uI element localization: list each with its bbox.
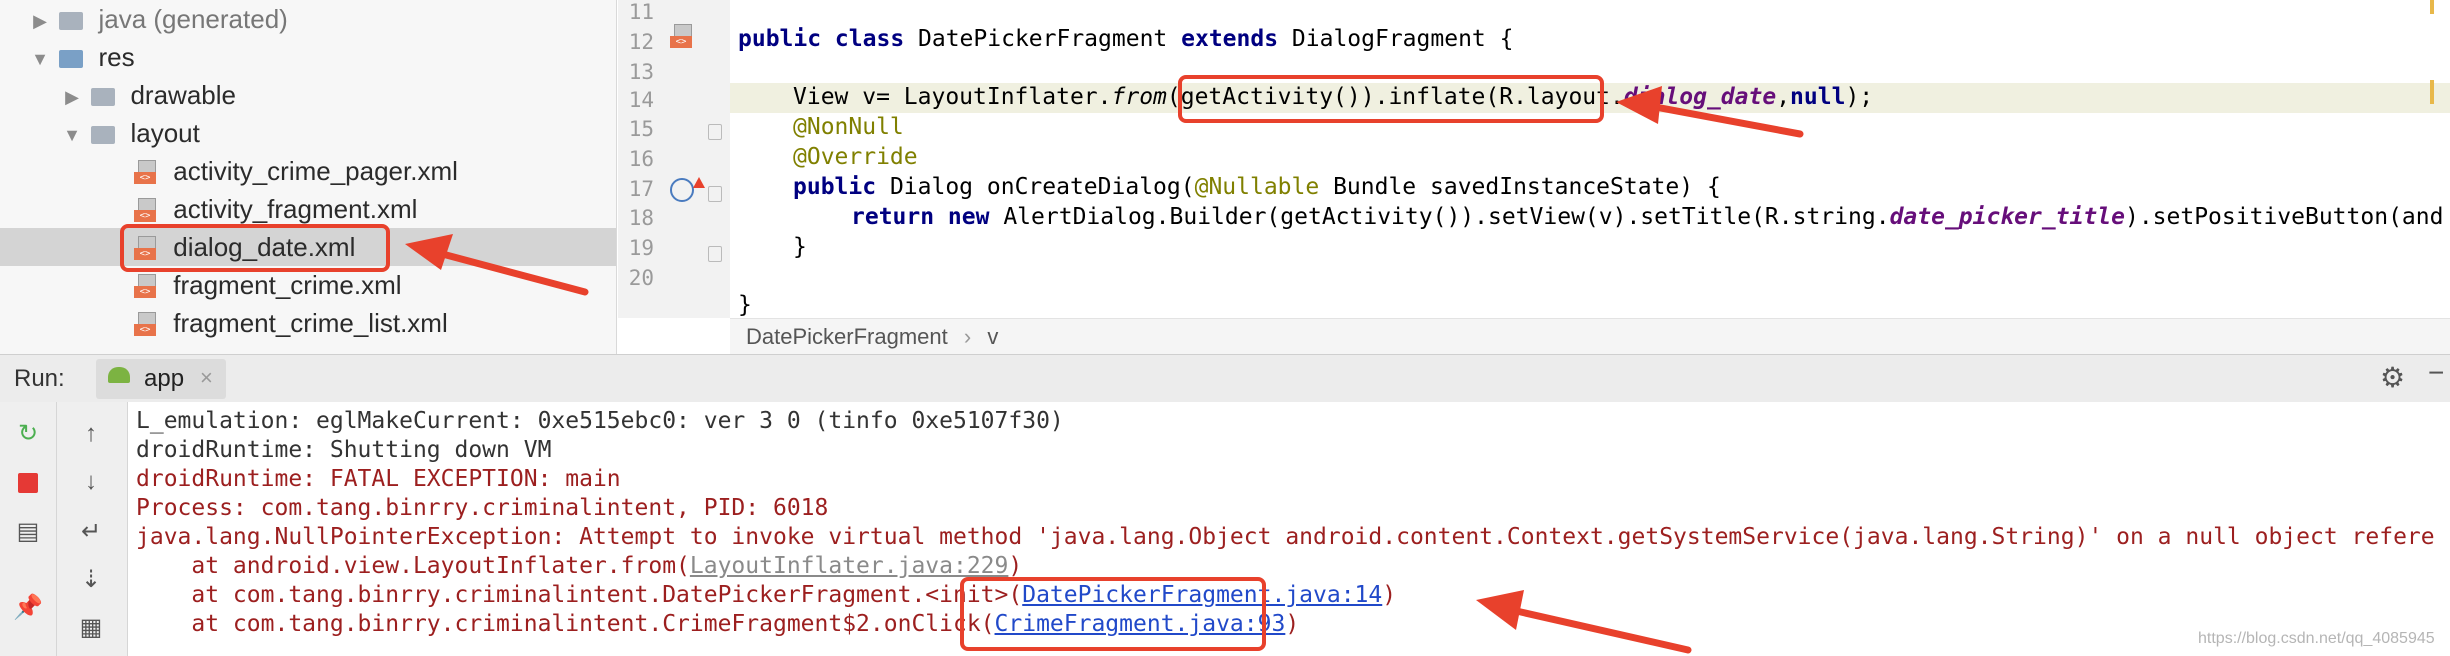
- scroll-to-end-icon[interactable]: ⇣: [73, 562, 109, 598]
- layout-icon[interactable]: ▤: [10, 514, 46, 550]
- tree-item-fragment-crime-list[interactable]: <> fragment_crime_list.xml: [134, 304, 448, 342]
- line-number: 16: [628, 147, 654, 171]
- line-number: 12: [628, 30, 654, 54]
- xml-file-icon: <>: [134, 312, 158, 338]
- line-number: 20: [628, 266, 654, 290]
- tree-item-label: drawable: [130, 80, 236, 110]
- red-arrow-icon: [1476, 590, 1692, 654]
- code-line-15: @NonNull: [793, 114, 904, 140]
- project-tree-panel: ▶ java (generated) ▼ res ▶ drawable ▼ la…: [0, 0, 617, 354]
- line-number: 13: [628, 60, 654, 84]
- fold-marker-icon[interactable]: [708, 186, 722, 202]
- gear-icon[interactable]: ⚙: [2380, 361, 2405, 394]
- stop-icon[interactable]: [10, 464, 46, 500]
- close-icon[interactable]: ×: [200, 365, 213, 391]
- red-arrow-icon: [1616, 86, 1804, 138]
- breadcrumb-item[interactable]: v: [987, 324, 998, 349]
- console-line: java.lang.NullPointerException: Attempt …: [136, 524, 2435, 550]
- override-arrow-icon: [693, 177, 705, 188]
- console-line: droidRuntime: Shutting down VM: [136, 437, 552, 463]
- print-icon[interactable]: ▦: [73, 610, 109, 646]
- breadcrumb: DatePickerFragment › v: [730, 318, 2450, 355]
- up-arrow-icon[interactable]: ↑: [73, 416, 109, 452]
- collapse-arrow-icon[interactable]: ▼: [28, 40, 52, 78]
- line-number: 14: [628, 88, 654, 112]
- red-arrow-icon: [405, 234, 589, 296]
- tree-item-activity-fragment[interactable]: <> activity_fragment.xml: [134, 190, 417, 228]
- down-arrow-icon[interactable]: ↓: [73, 464, 109, 500]
- code-line-16: @Override: [793, 144, 918, 170]
- code-line-17: public Dialog onCreateDialog(@Nullable B…: [793, 174, 1721, 200]
- breadcrumb-separator: ›: [963, 324, 972, 349]
- run-label: Run:: [14, 365, 65, 392]
- code-line-19: }: [793, 234, 807, 260]
- xml-file-icon: <>: [134, 198, 158, 224]
- pin-icon[interactable]: 📌: [10, 590, 46, 626]
- warning-marker: [2430, 80, 2434, 104]
- line-number: 15: [628, 117, 654, 141]
- console-line: droidRuntime: FATAL EXCEPTION: main: [136, 466, 621, 492]
- tab-label: app: [144, 365, 185, 392]
- highlight-box-inflate-call: [1178, 75, 1604, 123]
- tree-item-label: layout: [130, 118, 200, 148]
- tree-item-label: activity_crime_pager.xml: [173, 156, 458, 186]
- folder-icon: [91, 126, 116, 145]
- expand-arrow-icon[interactable]: ▶: [28, 2, 52, 40]
- line-number: 17: [628, 177, 654, 201]
- tree-item-layout[interactable]: ▼ layout: [60, 114, 200, 152]
- code-line-21: }: [738, 292, 752, 318]
- expand-arrow-icon[interactable]: ▶: [60, 78, 84, 116]
- soft-wrap-icon[interactable]: ↵: [73, 514, 109, 550]
- xml-file-icon: <>: [134, 160, 158, 186]
- stack-link[interactable]: LayoutInflater.java:229: [690, 553, 1009, 579]
- tree-item-drawable[interactable]: ▶ drawable: [60, 76, 236, 114]
- watermark-text: https://blog.csdn.net/qq_4085945: [2198, 630, 2435, 647]
- tree-item-activity-crime-pager[interactable]: <> activity_crime_pager.xml: [134, 152, 458, 190]
- tab-app[interactable]: app ×: [96, 359, 226, 399]
- layout-file-gutter-icon[interactable]: <>: [670, 24, 694, 50]
- fold-marker-icon[interactable]: [708, 124, 722, 140]
- tree-item-label: java (generated): [98, 4, 288, 34]
- code-line-12: public class DatePickerFragment extends …: [738, 26, 1514, 52]
- highlight-box-dialog-date: [120, 224, 390, 272]
- warning-marker: [2430, 0, 2434, 14]
- stack-trace-line: at android.view.LayoutInflater.from(Layo…: [136, 553, 1023, 579]
- tree-item-java-generated[interactable]: ▶ java (generated): [28, 0, 288, 38]
- minimize-icon[interactable]: −: [2428, 357, 2444, 389]
- run-toolwindow-header: Run: app × ⚙ −: [0, 354, 2450, 404]
- code-editor[interactable]: public class DatePickerFragment extends …: [730, 0, 2450, 318]
- tree-item-label: fragment_crime_list.xml: [173, 308, 448, 338]
- xml-file-icon: <>: [134, 274, 158, 300]
- console-output[interactable]: L_emulation: eglMakeCurrent: 0xe515ebc0:…: [128, 402, 2450, 656]
- tree-item-label: res: [98, 42, 135, 72]
- res-folder-icon: [59, 50, 84, 69]
- console-side-toolbar: ↑ ↓ ↵ ⇣ ▦: [57, 402, 128, 656]
- rerun-icon[interactable]: ↻: [10, 416, 46, 452]
- console-line: L_emulation: eglMakeCurrent: 0xe515ebc0:…: [136, 408, 1064, 434]
- line-number: 18: [628, 206, 654, 230]
- line-number: 11: [628, 0, 654, 24]
- run-left-toolbar: ↻ ▤ 📌: [0, 402, 57, 656]
- fold-marker-icon[interactable]: [708, 246, 722, 262]
- console-line: Process: com.tang.binrry.criminalintent,…: [136, 495, 829, 521]
- override-gutter-icon[interactable]: [670, 178, 694, 202]
- tree-item-label: fragment_crime.xml: [173, 270, 402, 300]
- code-line-18: return new AlertDialog.Builder(getActivi…: [851, 204, 2444, 230]
- folder-icon: [91, 88, 116, 107]
- highlight-box-stack-trace: [960, 577, 1266, 651]
- tree-item-label: activity_fragment.xml: [173, 194, 418, 224]
- breadcrumb-item[interactable]: DatePickerFragment: [746, 324, 948, 349]
- line-number: 19: [628, 236, 654, 260]
- tree-item-res[interactable]: ▼ res: [28, 38, 135, 76]
- folder-icon: [59, 12, 84, 31]
- android-icon: [108, 367, 130, 383]
- editor-gutter: 11 12 13 14 15 16 17 18 19 20 <>: [618, 0, 730, 318]
- collapse-arrow-icon[interactable]: ▼: [60, 116, 84, 154]
